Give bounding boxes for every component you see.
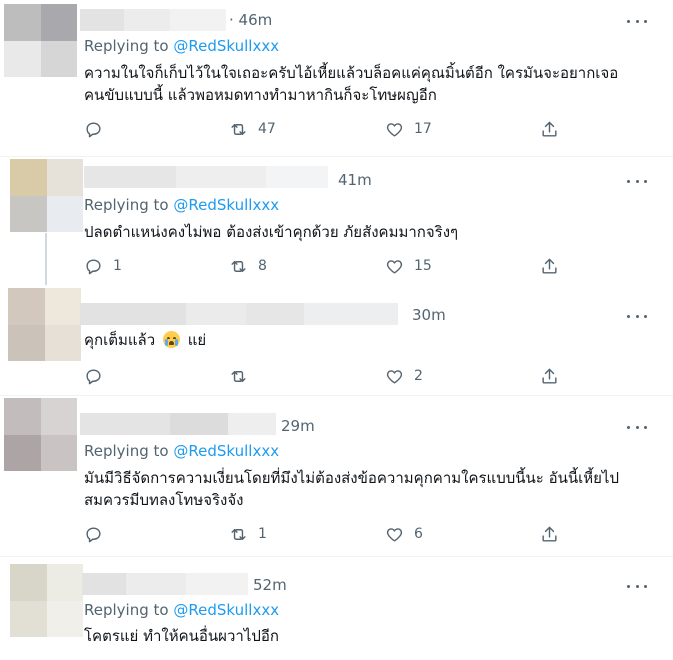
like-button[interactable]: 17	[385, 118, 432, 140]
share-icon	[542, 258, 557, 274]
tweet-actions: 2	[84, 365, 584, 387]
like-count: 2	[414, 368, 423, 384]
reply-button[interactable]	[84, 523, 113, 545]
tweet-text-line: สมควรมีบทลงโทษจริงจัง	[84, 491, 244, 509]
reply-count: 1	[113, 258, 122, 274]
more-icon[interactable]	[627, 424, 647, 430]
author-name-blurred[interactable]	[80, 413, 276, 435]
share-button[interactable]	[540, 255, 559, 277]
tweet-3[interactable]: 30m คุกเต็มแล้ว แย่ 2	[0, 285, 673, 395]
tweet-text: มันมีวิธีจัดการความเงี่ยนโดยที่มึงไม่ต้อ…	[84, 467, 664, 511]
avatar[interactable]	[10, 159, 83, 232]
replying-prefix: Replying to	[84, 37, 169, 55]
replying-handle[interactable]: @RedSkullxxx	[173, 196, 279, 214]
share-button[interactable]	[540, 118, 559, 140]
replying-to: Replying to @RedSkullxxx	[84, 442, 279, 460]
timestamp[interactable]: 41m	[338, 171, 372, 189]
retweet-icon	[231, 123, 246, 135]
tweet-actions: 47 17	[84, 118, 584, 140]
tweet-text-line: ปลดตำแหน่งคงไม่พอ ต้องส่งเข้าคุกด้วย ภัย…	[84, 223, 459, 241]
heart-icon	[386, 122, 403, 137]
tweet-text: คุกเต็มแล้ว แย่	[84, 329, 664, 351]
tweet-text: ปลดตำแหน่งคงไม่พอ ต้องส่งเข้าคุกด้วย ภัย…	[84, 221, 664, 243]
tweet-text-line: โคตรแย่ ทำให้คนอื่นผวาไปอีก	[84, 627, 279, 645]
avatar[interactable]	[4, 4, 77, 77]
reply-button[interactable]	[84, 118, 113, 140]
heart-icon	[386, 259, 403, 274]
replying-to: Replying to @RedSkullxxx	[84, 601, 279, 619]
heart-icon	[386, 527, 403, 542]
author-name-blurred[interactable]	[80, 9, 226, 31]
tweet-text-line: มันมีวิธีจัดการความเงี่ยนโดยที่มึงไม่ต้อ…	[84, 469, 619, 487]
tweet-text-part: แย่	[187, 331, 207, 349]
more-icon[interactable]	[627, 18, 647, 24]
like-button[interactable]: 2	[385, 365, 423, 387]
more-icon[interactable]	[627, 178, 647, 184]
more-icon[interactable]	[627, 313, 647, 319]
replying-handle[interactable]: @RedSkullxxx	[173, 442, 279, 460]
tweet-5[interactable]: 52m Replying to @RedSkullxxx โคตรแย่ ทำใ…	[0, 557, 673, 660]
replying-prefix: Replying to	[84, 442, 169, 460]
crying-face-icon	[162, 331, 180, 348]
like-count: 15	[414, 258, 432, 274]
avatar[interactable]	[8, 288, 81, 361]
tweet-2[interactable]: 41m Replying to @RedSkullxxx ปลดตำแหน่งค…	[0, 157, 673, 285]
share-icon	[542, 368, 557, 384]
retweet-button[interactable]: 8	[229, 255, 267, 277]
author-name-blurred[interactable]	[82, 573, 248, 595]
timestamp[interactable]: · 46m	[229, 11, 272, 29]
thread-line	[45, 233, 47, 285]
like-count: 17	[414, 121, 432, 137]
more-icon[interactable]	[627, 583, 647, 589]
tweet-text-line: คนขับแบบนี้ แล้วพอหมดทางทำมาหากินก็จะโทษ…	[84, 86, 437, 104]
heart-icon	[386, 369, 403, 384]
replying-handle[interactable]: @RedSkullxxx	[173, 37, 279, 55]
retweet-count: 47	[258, 121, 276, 137]
like-button[interactable]: 15	[385, 255, 432, 277]
reply-icon	[86, 121, 101, 137]
replying-to: Replying to @RedSkullxxx	[84, 37, 279, 55]
timestamp[interactable]: 29m	[281, 417, 315, 435]
author-name-blurred[interactable]	[84, 166, 328, 188]
timestamp[interactable]: 30m	[412, 306, 446, 324]
tweet-text-part: คุกเต็มแล้ว	[84, 331, 156, 349]
like-count: 6	[414, 526, 423, 542]
tweet-1[interactable]: · 46m Replying to @RedSkullxxx ความในใจก…	[0, 0, 673, 156]
share-button[interactable]	[540, 523, 559, 545]
retweet-button[interactable]	[229, 365, 258, 387]
tweet-actions: 1 8 15	[84, 255, 584, 277]
share-icon	[542, 121, 557, 137]
timestamp[interactable]: 52m	[253, 576, 287, 594]
replying-prefix: Replying to	[84, 196, 169, 214]
avatar[interactable]	[10, 564, 83, 637]
share-icon	[542, 526, 557, 542]
retweet-count: 8	[258, 258, 267, 274]
tweet-actions: 1 6	[84, 523, 584, 545]
reply-icon	[86, 526, 101, 542]
tweet-text: ความในใจก็เก็บไว้ในใจเถอะครับไอ้เหี้ยแล้…	[84, 62, 664, 106]
replying-handle[interactable]: @RedSkullxxx	[173, 601, 279, 619]
avatar[interactable]	[4, 398, 77, 471]
replying-prefix: Replying to	[84, 601, 169, 619]
like-button[interactable]: 6	[385, 523, 423, 545]
tweet-text-line: ความในใจก็เก็บไว้ในใจเถอะครับไอ้เหี้ยแล้…	[84, 64, 619, 82]
replying-to: Replying to @RedSkullxxx	[84, 196, 279, 214]
retweet-count: 1	[258, 526, 267, 542]
retweet-icon	[231, 370, 246, 382]
reply-icon	[86, 258, 101, 274]
retweet-icon	[231, 528, 246, 540]
author-name-blurred[interactable]	[80, 303, 398, 325]
reply-icon	[86, 368, 101, 384]
tweet-text: โคตรแย่ ทำให้คนอื่นผวาไปอีก	[84, 625, 664, 647]
tweet-4[interactable]: 29m Replying to @RedSkullxxx มันมีวิธีจั…	[0, 396, 673, 556]
retweet-icon	[231, 260, 246, 272]
retweet-button[interactable]: 1	[229, 523, 267, 545]
reply-button[interactable]	[84, 365, 113, 387]
reply-button[interactable]: 1	[84, 255, 122, 277]
retweet-button[interactable]: 47	[229, 118, 276, 140]
share-button[interactable]	[540, 365, 559, 387]
